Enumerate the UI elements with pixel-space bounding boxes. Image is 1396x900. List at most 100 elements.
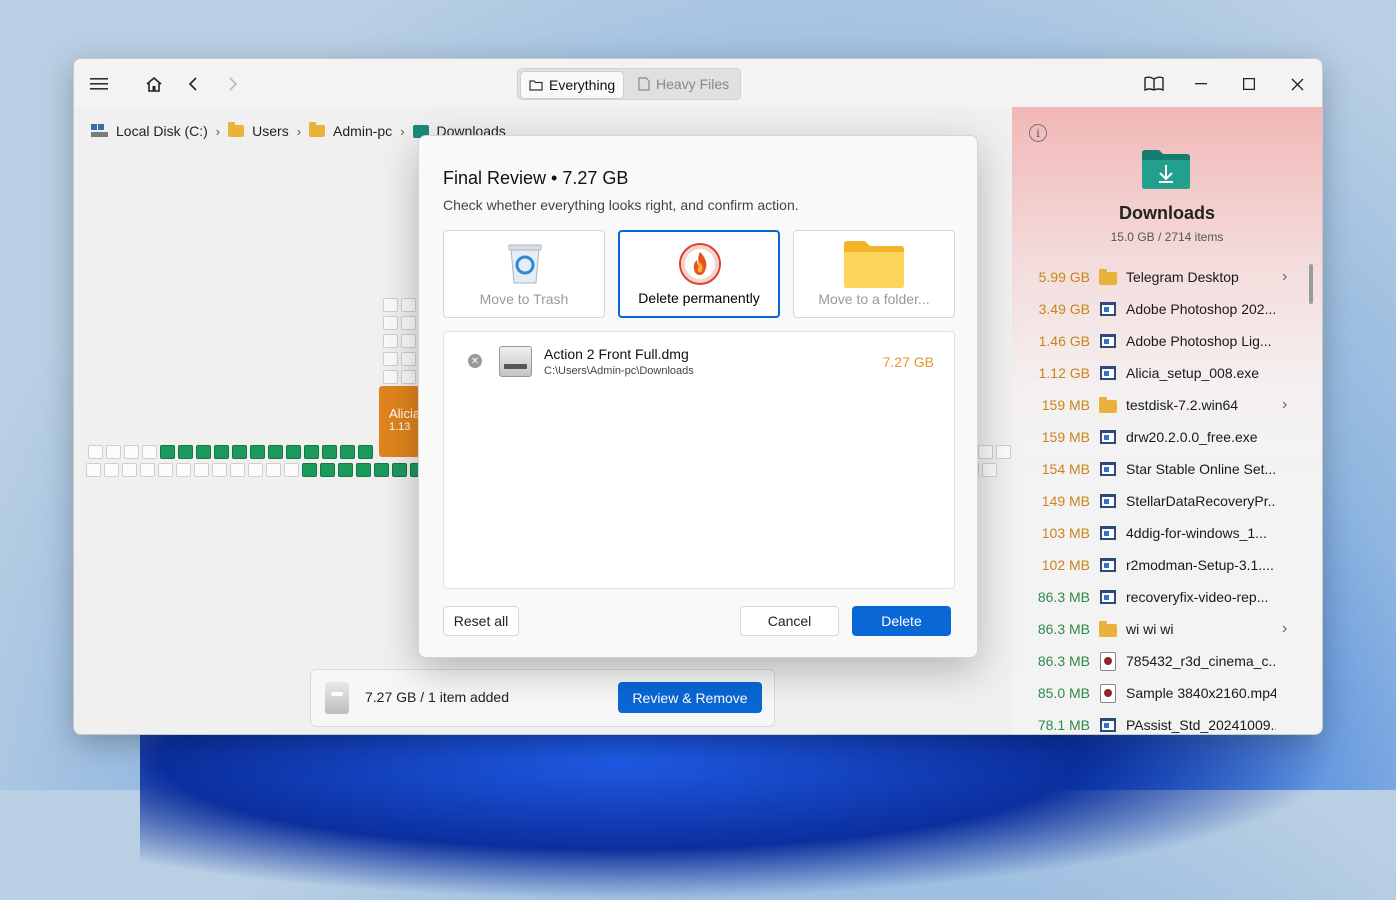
option-delete-permanently[interactable]: Delete permanently [618, 230, 780, 318]
treemap-cell[interactable] [194, 463, 209, 477]
treemap-cell[interactable] [978, 445, 993, 459]
delete-button[interactable]: Delete [852, 606, 951, 636]
video-file-icon [1098, 683, 1118, 703]
treemap-cell[interactable] [140, 463, 155, 477]
panel-list-item[interactable]: 85.0 MB Sample 3840x2160.mp4 [1012, 677, 1312, 709]
treemap-cell[interactable] [338, 463, 353, 477]
panel-list-item[interactable]: 86.3 MB wi wi wi › [1012, 613, 1312, 645]
treemap-cell[interactable] [248, 463, 263, 477]
treemap-cell[interactable] [304, 445, 319, 459]
treemap-cell[interactable] [322, 445, 337, 459]
panel-list-item[interactable]: 159 MB drw20.2.0.0_free.exe [1012, 421, 1312, 453]
panel-list-item[interactable]: 1.46 GB Adobe Photoshop Lig... [1012, 325, 1312, 357]
item-size: 1.12 GB [1038, 365, 1090, 381]
treemap-cell[interactable] [88, 445, 103, 459]
option-label: Move to Trash [479, 291, 569, 307]
info-icon[interactable]: i [1029, 124, 1047, 142]
treemap-cell[interactable] [383, 370, 398, 384]
panel-list-item[interactable]: 78.1 MB PAssist_Std_20241009.... [1012, 709, 1312, 734]
treemap-cell[interactable] [232, 445, 247, 459]
treemap-cell[interactable] [340, 445, 355, 459]
back-arrow-icon[interactable] [180, 71, 206, 97]
home-icon[interactable] [141, 71, 167, 97]
treemap-cell[interactable] [358, 445, 373, 459]
forward-arrow-icon[interactable] [220, 71, 246, 97]
item-name: Alicia_setup_008.exe [1126, 365, 1260, 381]
close-icon[interactable] [1284, 71, 1310, 97]
treemap-cell[interactable] [392, 463, 407, 477]
chevron-right-icon[interactable]: › [1282, 268, 1287, 286]
breadcrumb-admin-pc[interactable]: Admin-pc [309, 122, 392, 139]
item-name: drw20.2.0.0_free.exe [1126, 429, 1258, 445]
panel-list-item[interactable]: 3.49 GB Adobe Photoshop 202... [1012, 293, 1312, 325]
treemap-cell[interactable] [160, 445, 175, 459]
panel-list-item[interactable]: 86.3 MB recoveryfix-video-rep... [1012, 581, 1312, 613]
treemap-cell[interactable] [383, 334, 398, 348]
panel-list-item[interactable]: 159 MB testdisk-7.2.win64 › [1012, 389, 1312, 421]
details-panel: i Downloads 15.0 GB / 2714 items 5.99 GB… [1012, 107, 1322, 734]
treemap-cell[interactable] [178, 445, 193, 459]
exe-file-icon [1098, 300, 1118, 318]
treemap-cell[interactable] [158, 463, 173, 477]
treemap-cell[interactable] [214, 445, 229, 459]
tab-heavy-files[interactable]: Heavy Files [630, 71, 737, 97]
treemap-cell[interactable] [996, 445, 1011, 459]
treemap-cell[interactable] [284, 463, 299, 477]
panel-list-item[interactable]: 102 MB r2modman-Setup-3.1.... [1012, 549, 1312, 581]
treemap-block-alicia[interactable]: Alicia_setup_008.exe 1.13 [379, 386, 419, 457]
book-icon[interactable] [1141, 71, 1167, 97]
panel-list-item[interactable]: 149 MB StellarDataRecoveryPr... [1012, 485, 1312, 517]
option-move-to-folder[interactable]: Move to a folder... [793, 230, 955, 318]
treemap-cell[interactable] [142, 445, 157, 459]
chevron-right-icon[interactable]: › [1282, 396, 1287, 414]
panel-list-item[interactable]: 5.99 GB Telegram Desktop › [1012, 261, 1312, 293]
minimize-icon[interactable] [1188, 71, 1214, 97]
treemap-cell[interactable] [401, 352, 416, 366]
treemap-cell[interactable] [401, 298, 416, 312]
panel-list-item[interactable]: 1.12 GB Alicia_setup_008.exe [1012, 357, 1312, 389]
treemap-cell[interactable] [106, 445, 121, 459]
treemap-cell[interactable] [104, 463, 119, 477]
tab-everything[interactable]: Everything [520, 71, 625, 99]
treemap-cell[interactable] [401, 370, 416, 384]
video-file-icon [1098, 651, 1118, 671]
treemap-cell[interactable] [176, 463, 191, 477]
option-move-to-trash[interactable]: Move to Trash [443, 230, 605, 318]
treemap-cell[interactable] [122, 463, 137, 477]
chevron-right-icon[interactable]: › [1282, 620, 1287, 638]
treemap-cell[interactable] [212, 463, 227, 477]
treemap-cell[interactable] [383, 316, 398, 330]
treemap-cell[interactable] [250, 445, 265, 459]
chevron-right-icon: › [400, 123, 405, 139]
treemap-cell[interactable] [356, 463, 371, 477]
panel-list-item[interactable]: 86.3 MB 785432_r3d_cinema_c... [1012, 645, 1312, 677]
panel-list-item[interactable]: 103 MB 4ddig-for-windows_1... [1012, 517, 1312, 549]
treemap-cell[interactable] [320, 463, 335, 477]
treemap-cell[interactable] [401, 334, 416, 348]
treemap-cell[interactable] [401, 316, 416, 330]
treemap-cell[interactable] [286, 445, 301, 459]
remove-item-icon[interactable]: ✕ [468, 354, 482, 368]
treemap-cell[interactable] [230, 463, 245, 477]
reset-all-button[interactable]: Reset all [443, 606, 519, 636]
review-remove-button[interactable]: Review & Remove [618, 682, 762, 713]
treemap-cell[interactable] [266, 463, 281, 477]
treemap-cell[interactable] [982, 463, 997, 477]
breadcrumb-users[interactable]: Users [228, 122, 289, 139]
treemap-cell[interactable] [196, 445, 211, 459]
file-size: 7.27 GB [882, 354, 934, 370]
cancel-button[interactable]: Cancel [740, 606, 839, 636]
hamburger-menu-icon[interactable] [86, 71, 112, 97]
treemap-cell[interactable] [86, 463, 101, 477]
treemap-cell[interactable] [374, 463, 389, 477]
scrollbar[interactable] [1309, 264, 1313, 304]
treemap-cell[interactable] [383, 298, 398, 312]
breadcrumb-local-disk[interactable]: Local Disk (C:) [90, 123, 208, 139]
treemap-cell[interactable] [383, 352, 398, 366]
item-name: Adobe Photoshop Lig... [1126, 333, 1272, 349]
maximize-icon[interactable] [1236, 71, 1262, 97]
treemap-cell[interactable] [302, 463, 317, 477]
panel-list-item[interactable]: 154 MB Star Stable Online Set... [1012, 453, 1312, 485]
treemap-cell[interactable] [124, 445, 139, 459]
treemap-cell[interactable] [268, 445, 283, 459]
